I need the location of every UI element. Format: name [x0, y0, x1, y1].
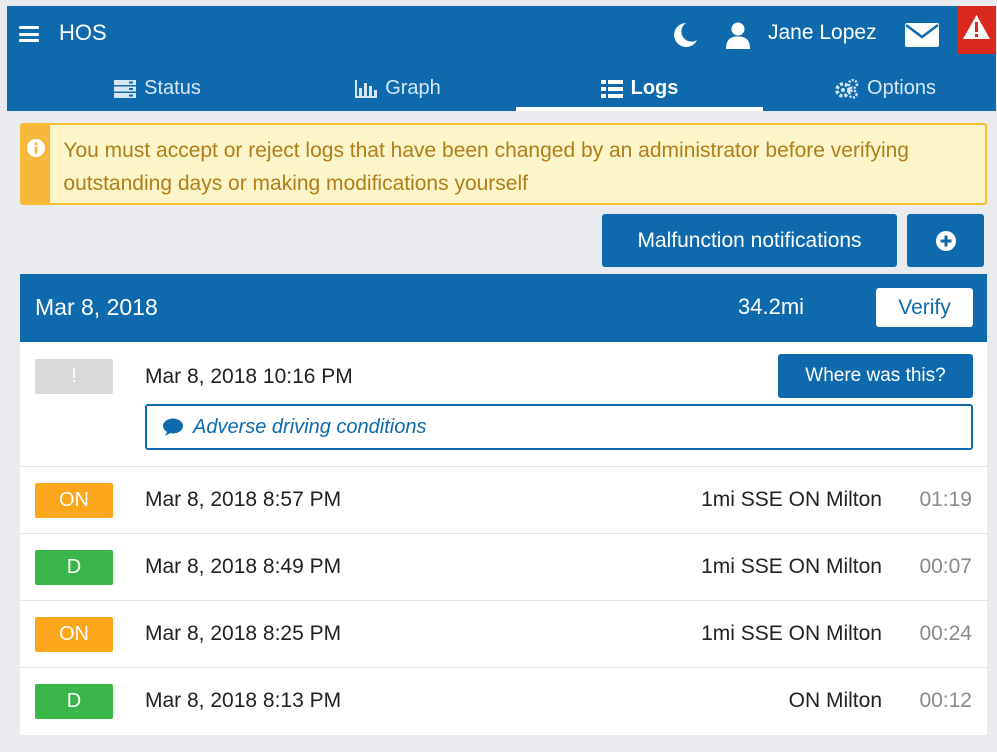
user-icon: [725, 21, 751, 49]
warning-triangle-icon: [963, 15, 990, 39]
mail-icon[interactable]: [905, 23, 939, 47]
log-duration: 00:24: [919, 622, 972, 645]
app-title: HOS: [59, 20, 107, 45]
status-badge: !: [35, 359, 113, 394]
log-time: Mar 8, 2018 8:25 PM: [145, 622, 342, 645]
verify-button[interactable]: Verify: [876, 288, 973, 327]
warning-banner: You must accept or reject logs that have…: [20, 123, 987, 205]
alert-button[interactable]: [957, 6, 996, 54]
status-badge: D: [35, 550, 113, 585]
add-log-button[interactable]: [907, 214, 984, 267]
moon-icon[interactable]: [669, 20, 699, 50]
log-time: Mar 8, 2018 10:16 PM: [145, 365, 353, 388]
log-row[interactable]: ON Mar 8, 2018 8:57 PM 1mi SSE ON Milton…: [20, 467, 987, 534]
tab-graph-label: Graph: [385, 77, 441, 99]
comment-icon: [163, 418, 183, 436]
user-name[interactable]: Jane Lopez: [768, 21, 877, 45]
log-duration: 00:12: [919, 689, 972, 712]
log-location: 1mi SSE ON Milton: [701, 555, 882, 578]
annotated-log-row[interactable]: ! Mar 8, 2018 10:16 PM Where was this? A…: [20, 342, 987, 467]
nav-tabs: Status Graph Logs Options: [7, 66, 996, 111]
menu-icon[interactable]: [19, 26, 39, 42]
where-was-this-button[interactable]: Where was this?: [778, 354, 973, 398]
malfunction-notifications-button[interactable]: Malfunction notifications: [602, 214, 897, 267]
tab-status[interactable]: Status: [35, 66, 280, 111]
log-row[interactable]: D Mar 8, 2018 8:13 PM ON Milton 00:12: [20, 668, 987, 735]
log-time: Mar 8, 2018 8:13 PM: [145, 689, 342, 712]
info-icon: [27, 139, 46, 157]
log-list: ! Mar 8, 2018 10:16 PM Where was this? A…: [20, 342, 987, 735]
day-distance: 34.2mi: [738, 294, 805, 319]
log-duration: 01:19: [919, 488, 972, 511]
top-bar: HOS Jane Lopez Status Graph Logs Options: [7, 6, 996, 111]
log-location: 1mi SSE ON Milton: [701, 622, 882, 645]
tab-graph[interactable]: Graph: [277, 66, 519, 111]
log-row[interactable]: D Mar 8, 2018 8:49 PM 1mi SSE ON Milton …: [20, 534, 987, 601]
log-location: ON Milton: [788, 689, 882, 712]
tab-options-label: Options: [867, 77, 936, 99]
status-icon: [114, 79, 137, 98]
list-icon: [600, 79, 623, 98]
log-duration: 00:07: [919, 555, 972, 578]
warning-text: You must accept or reject logs that have…: [63, 139, 909, 195]
log-row[interactable]: ON Mar 8, 2018 8:25 PM 1mi SSE ON Milton…: [20, 601, 987, 668]
plus-circle-icon: [935, 230, 956, 251]
app-frame: HOS Jane Lopez Status Graph Logs Options…: [7, 6, 996, 752]
log-location: 1mi SSE ON Milton: [701, 488, 882, 511]
log-time: Mar 8, 2018 8:49 PM: [145, 555, 342, 578]
bar-chart-icon: [355, 79, 378, 98]
tab-status-label: Status: [144, 77, 201, 99]
status-badge: D: [35, 684, 113, 719]
tab-logs[interactable]: Logs: [516, 66, 763, 111]
warning-side: [22, 125, 51, 203]
status-badge: ON: [35, 483, 113, 518]
gears-icon: [835, 78, 859, 99]
day-date: Mar 8, 2018: [35, 294, 158, 320]
day-header: Mar 8, 2018 34.2mi Verify: [20, 274, 987, 342]
tab-logs-label: Logs: [630, 77, 679, 99]
log-time: Mar 8, 2018 8:57 PM: [145, 488, 342, 511]
annotation-text: Adverse driving conditions: [193, 415, 427, 438]
annotation-box[interactable]: Adverse driving conditions: [145, 404, 973, 450]
status-badge: ON: [35, 617, 113, 652]
tab-options[interactable]: Options: [763, 66, 997, 111]
